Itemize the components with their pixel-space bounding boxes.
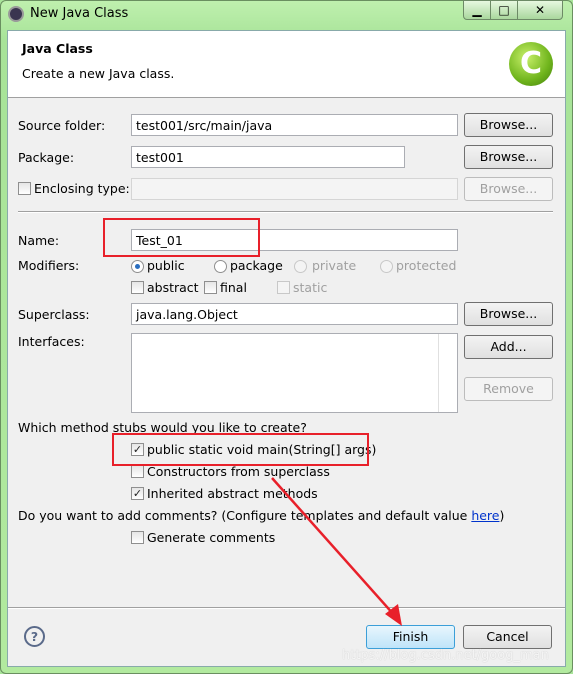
red-arrow-annotation (271, 477, 402, 626)
arrow-line (271, 477, 396, 617)
